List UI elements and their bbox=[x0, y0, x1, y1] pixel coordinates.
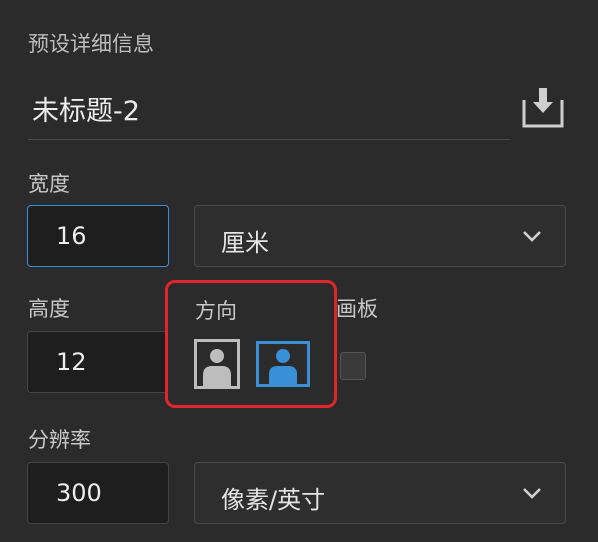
chevron-down-icon bbox=[523, 488, 541, 499]
landscape-button[interactable] bbox=[256, 341, 310, 391]
orientation-label: 方向 bbox=[195, 299, 237, 323]
resolution-label: 分辨率 bbox=[28, 428, 91, 452]
portrait-button[interactable] bbox=[194, 339, 240, 393]
height-input[interactable] bbox=[28, 332, 168, 392]
document-name-input[interactable] bbox=[28, 88, 514, 128]
chevron-down-icon bbox=[523, 231, 541, 242]
resolution-unit-select[interactable]: 像素/英寸 bbox=[194, 462, 566, 524]
save-preset-icon bbox=[522, 88, 564, 128]
width-field[interactable] bbox=[27, 205, 169, 267]
height-label: 高度 bbox=[28, 297, 70, 321]
resolution-unit-value: 像素/英寸 bbox=[221, 486, 326, 514]
orientation-group: 方向 bbox=[165, 280, 337, 408]
resolution-field[interactable] bbox=[27, 462, 169, 524]
width-unit-select[interactable]: 厘米 bbox=[194, 205, 566, 267]
width-unit-value: 厘米 bbox=[221, 229, 269, 257]
artboard-checkbox[interactable] bbox=[340, 352, 366, 380]
section-title: 预设详细信息 bbox=[28, 32, 154, 56]
height-field[interactable] bbox=[27, 331, 169, 393]
save-preset-button[interactable] bbox=[520, 84, 566, 130]
landscape-icon bbox=[256, 341, 310, 387]
width-input[interactable] bbox=[28, 206, 168, 266]
document-name-field[interactable] bbox=[28, 88, 514, 140]
resolution-input[interactable] bbox=[28, 463, 168, 523]
portrait-icon bbox=[194, 339, 240, 389]
width-label: 宽度 bbox=[28, 172, 70, 196]
artboard-label: 画板 bbox=[336, 297, 378, 321]
